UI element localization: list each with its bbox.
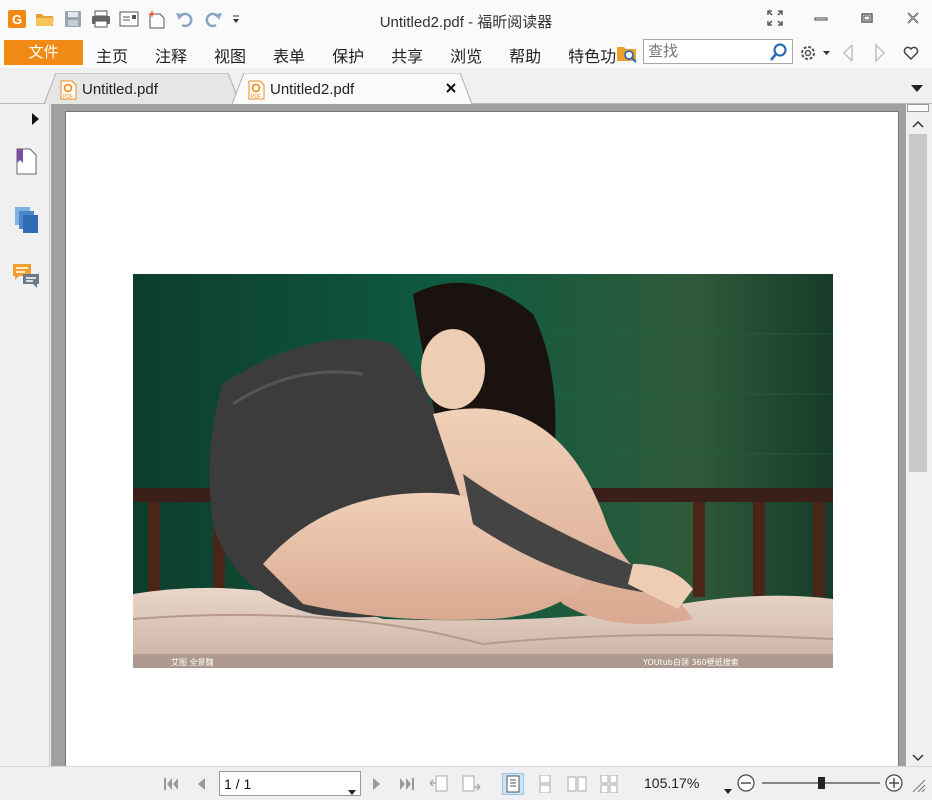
page-photo: 艾图 全景魏 YOUtub白领 360壁纸搜索 [133, 274, 833, 668]
tab-label: Untitled.pdf [82, 81, 158, 98]
ribbon-menu-bar: 文件 主页 注释 视图 表单 保护 共享 浏览 帮助 特色功 [0, 38, 932, 68]
continuous-facing-view-icon[interactable] [598, 773, 620, 795]
previous-page-icon[interactable] [190, 773, 212, 795]
pdf-file-icon: PDF [248, 80, 265, 100]
page-number-field[interactable]: 1 / 1 [219, 771, 361, 796]
zoom-slider[interactable] [762, 773, 880, 793]
next-page-icon[interactable] [366, 773, 388, 795]
scroll-down-icon[interactable] [911, 750, 925, 762]
menu-home[interactable]: 主页 [96, 43, 128, 67]
close-window-icon[interactable] [902, 8, 924, 28]
document-tab-bar: PDF Untitled.pdf PDF Untitled2.pdf [0, 68, 932, 104]
tab-list-dropdown-icon[interactable] [910, 80, 924, 92]
menu-protect[interactable]: 保护 [332, 43, 364, 67]
expand-panel-arrow-icon[interactable] [30, 112, 40, 126]
search-icon[interactable] [769, 42, 789, 62]
menu-view[interactable]: 视图 [214, 43, 246, 67]
vertical-scrollbar[interactable] [906, 104, 932, 766]
bookmarks-icon[interactable] [11, 146, 41, 176]
zoom-slider-thumb[interactable] [818, 777, 825, 789]
menu-help[interactable]: 帮助 [509, 43, 541, 67]
minimize-icon[interactable] [810, 8, 832, 28]
previous-view-icon[interactable] [840, 42, 856, 64]
search-box [643, 39, 793, 64]
window-controls [764, 8, 924, 28]
split-view-handle[interactable] [907, 104, 929, 112]
zoom-in-icon[interactable] [884, 773, 904, 793]
scroll-up-icon[interactable] [911, 116, 925, 128]
resize-grip-icon[interactable] [910, 777, 926, 793]
search-input[interactable] [644, 40, 764, 63]
pages-thumbnails-icon[interactable] [11, 204, 41, 234]
menu-comment[interactable]: 注释 [155, 43, 187, 67]
next-view-icon[interactable] [872, 42, 888, 64]
pdf-file-icon: PDF [60, 80, 77, 100]
first-page-icon[interactable] [160, 773, 182, 795]
file-menu-button[interactable]: 文件 [4, 40, 83, 65]
tab-untitled[interactable]: PDF Untitled.pdf [44, 73, 240, 104]
next-view-page-icon[interactable] [460, 773, 482, 795]
document-viewport[interactable]: 艾图 全景魏 YOUtub白领 360壁纸搜索 [51, 104, 906, 766]
comments-icon[interactable] [11, 260, 41, 290]
restore-icon[interactable] [856, 8, 878, 28]
navigation-panel [0, 104, 53, 766]
tab-untitled2[interactable]: PDF Untitled2.pdf [232, 73, 472, 104]
previous-view-page-icon[interactable] [428, 773, 450, 795]
settings-gear-icon[interactable] [798, 41, 832, 65]
status-bar: 1 / 1 105.17% [0, 766, 932, 800]
svg-text:PDF: PDF [63, 94, 73, 100]
continuous-view-icon[interactable] [534, 773, 556, 795]
zoom-level[interactable]: 105.17% [644, 775, 699, 791]
menu-featured[interactable]: 特色功 [568, 43, 619, 67]
page-number-value: 1 / 1 [224, 776, 252, 792]
close-tab-icon[interactable] [444, 81, 458, 95]
photo-watermark-right: YOUtub白领 360壁纸搜索 [642, 657, 739, 667]
facing-view-icon[interactable] [566, 773, 588, 795]
zoom-dropdown-icon[interactable] [724, 781, 732, 794]
scrollbar-thumb[interactable] [909, 134, 927, 472]
photo-watermark-left: 艾图 全景魏 [171, 657, 214, 667]
menu-share[interactable]: 共享 [391, 43, 423, 67]
menu-browse[interactable]: 浏览 [450, 43, 482, 67]
title-bar: G Untitled2.pdf - 福昕阅读器 [0, 0, 932, 38]
ribbon-tabs: 主页 注释 视图 表单 保护 共享 浏览 帮助 特色功 [96, 43, 619, 67]
last-page-icon[interactable] [396, 773, 418, 795]
menu-form[interactable]: 表单 [273, 43, 305, 67]
pdf-page: 艾图 全景魏 YOUtub白领 360壁纸搜索 [65, 111, 899, 766]
page-dropdown-icon[interactable] [348, 782, 356, 795]
single-page-view-icon[interactable] [502, 773, 524, 795]
zoom-out-icon[interactable] [736, 773, 756, 793]
svg-text:PDF: PDF [251, 94, 261, 100]
tab-label: Untitled2.pdf [270, 81, 355, 98]
fullscreen-icon[interactable] [764, 8, 786, 28]
find-in-folder-icon[interactable] [615, 42, 639, 64]
favorite-heart-icon[interactable] [902, 44, 920, 62]
